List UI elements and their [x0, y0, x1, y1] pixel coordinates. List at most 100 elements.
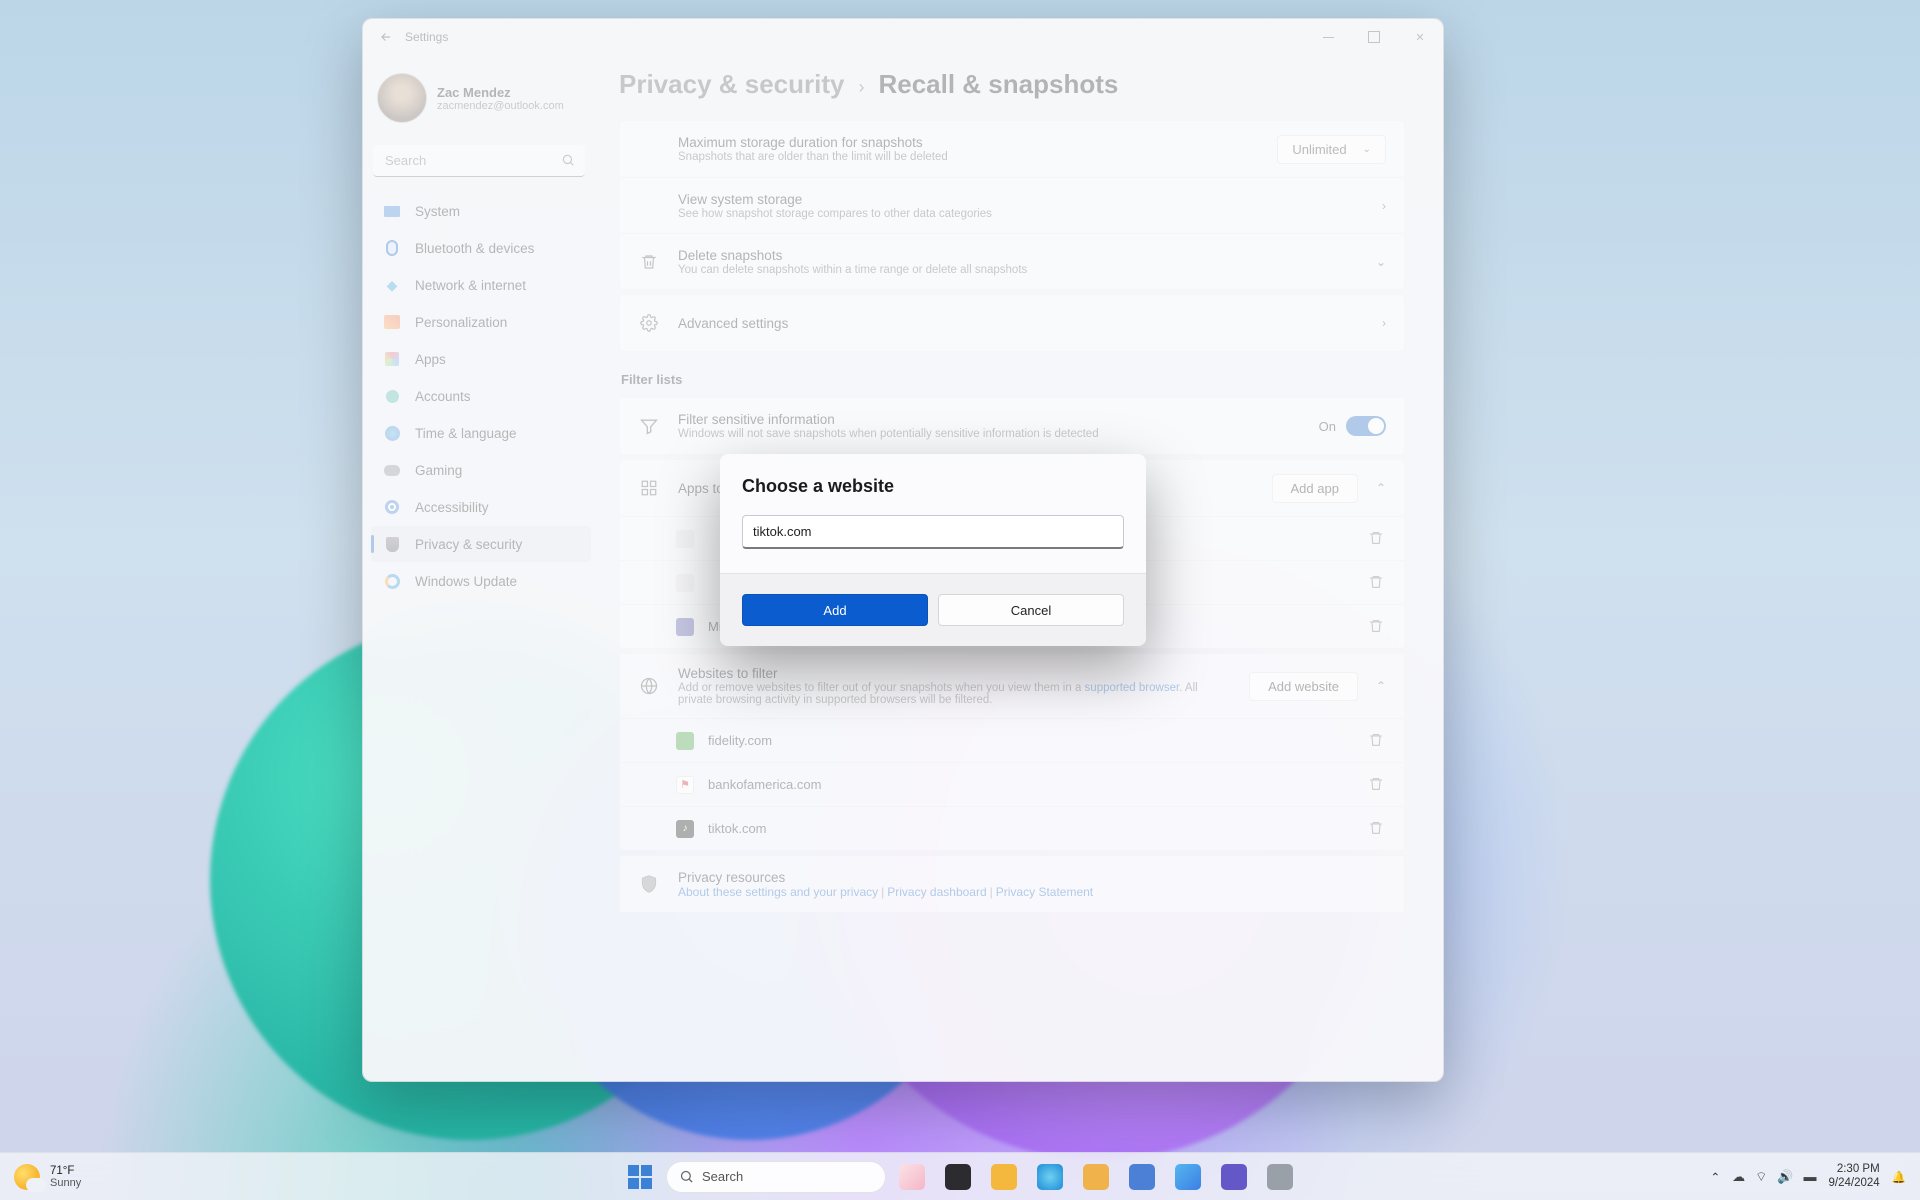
- taskbar: 71°F Sunny Search ⌃ ☁ ⌔ 🔊 ▬ 2:30 PM 9/24…: [0, 1152, 1920, 1200]
- nav: System Bluetooth & devices ◆Network & in…: [371, 193, 591, 599]
- taskbar-widgets[interactable]: [892, 1157, 932, 1197]
- window-maximize-button[interactable]: [1351, 19, 1397, 55]
- nav-time-language[interactable]: Time & language: [371, 415, 591, 451]
- privacy-links: About these settings and your privacy|Pr…: [678, 885, 1386, 899]
- tray-chevron-icon[interactable]: ⌃: [1710, 1170, 1720, 1184]
- nav-apps[interactable]: Apps: [371, 341, 591, 377]
- site-row-fidelity: fidelity.com: [620, 718, 1404, 762]
- delete-button[interactable]: [1368, 618, 1386, 636]
- nav-accounts[interactable]: Accounts: [371, 378, 591, 414]
- sites-desc: Add or remove websites to filter out of …: [678, 682, 1231, 706]
- accounts-icon: [386, 390, 399, 403]
- breadcrumb-chevron-icon: ›: [858, 77, 864, 98]
- row-advanced-settings[interactable]: Advanced settings ›: [620, 295, 1404, 351]
- search-input[interactable]: [373, 145, 585, 177]
- tiktok-icon: ♪: [676, 820, 694, 838]
- nav-personalization[interactable]: Personalization: [371, 304, 591, 340]
- app-title: Settings: [405, 30, 448, 44]
- taskbar-copilot[interactable]: [1168, 1157, 1208, 1197]
- battery-icon[interactable]: ▬: [1804, 1169, 1817, 1184]
- profile-email: zacmendez@outlook.com: [437, 100, 564, 112]
- taskbar-store[interactable]: [1076, 1157, 1116, 1197]
- accessibility-icon: [385, 500, 399, 514]
- taskbar-edge[interactable]: [1030, 1157, 1070, 1197]
- delete-button[interactable]: [1368, 732, 1386, 750]
- delete-button[interactable]: [1368, 776, 1386, 794]
- personalization-icon: [384, 315, 400, 329]
- chevron-down-icon: ⌄: [1376, 255, 1386, 269]
- dialog-title: Choose a website: [742, 476, 1124, 497]
- row-view-storage[interactable]: View system storage See how snapshot sto…: [620, 177, 1404, 233]
- taskbar-explorer[interactable]: [984, 1157, 1024, 1197]
- title-bar[interactable]: Settings ✕: [363, 19, 1443, 55]
- toggle-label: On: [1319, 419, 1336, 434]
- taskbar-mail[interactable]: [1122, 1157, 1162, 1197]
- window-minimize-button[interactable]: [1305, 19, 1351, 55]
- add-app-button[interactable]: Add app: [1272, 474, 1358, 503]
- start-button[interactable]: [620, 1157, 660, 1197]
- site-row-tiktok: ♪ tiktok.com: [620, 806, 1404, 850]
- fidelity-icon: [676, 732, 694, 750]
- chevron-down-icon: ⌄: [1363, 144, 1371, 155]
- breadcrumb-parent[interactable]: Privacy & security: [619, 69, 844, 100]
- taskbar-settings[interactable]: [1260, 1157, 1300, 1197]
- taskbar-weather[interactable]: 71°F Sunny: [0, 1164, 81, 1190]
- nav-network[interactable]: ◆Network & internet: [371, 267, 591, 303]
- chevron-right-icon: ›: [1382, 316, 1386, 330]
- chevron-right-icon: ›: [1382, 199, 1386, 213]
- gaming-icon: [384, 465, 400, 476]
- privacy-dashboard-link[interactable]: Privacy dashboard: [887, 885, 986, 899]
- add-website-button[interactable]: Add website: [1249, 672, 1358, 701]
- row-websites-to-filter[interactable]: Websites to filter Add or remove website…: [620, 654, 1404, 718]
- nav-system[interactable]: System: [371, 193, 591, 229]
- search-icon: [561, 153, 575, 167]
- globe-icon: [638, 675, 660, 697]
- add-button[interactable]: Add: [742, 594, 928, 626]
- max-storage-select[interactable]: Unlimited ⌄: [1277, 135, 1386, 164]
- delete-button[interactable]: [1368, 530, 1386, 548]
- back-button[interactable]: [373, 24, 399, 50]
- site-row-boa: ⚑ bankofamerica.com: [620, 762, 1404, 806]
- taskbar-teams[interactable]: [1214, 1157, 1254, 1197]
- row-delete-snapshots[interactable]: Delete snapshots You can delete snapshot…: [620, 233, 1404, 289]
- notifications-icon[interactable]: 🔔: [1892, 1170, 1906, 1184]
- windows-update-icon: [385, 574, 400, 589]
- nav-windows-update[interactable]: Windows Update: [371, 563, 591, 599]
- website-input[interactable]: [742, 515, 1124, 549]
- sidebar-search[interactable]: [373, 145, 585, 177]
- taskbar-taskview[interactable]: [938, 1157, 978, 1197]
- choose-website-dialog: Choose a website Add Cancel: [720, 454, 1146, 646]
- profile-block[interactable]: Zac Mendez zacmendez@outlook.com: [371, 63, 591, 131]
- nav-gaming[interactable]: Gaming: [371, 452, 591, 488]
- row-filter-sensitive: Filter sensitive information Windows wil…: [620, 398, 1404, 454]
- chevron-up-icon: ⌃: [1376, 481, 1386, 495]
- nav-privacy-security[interactable]: Privacy & security: [371, 526, 591, 562]
- nav-accessibility[interactable]: Accessibility: [371, 489, 591, 525]
- system-tray[interactable]: ☁ ⌔ 🔊 ▬: [1732, 1169, 1816, 1185]
- delete-button[interactable]: [1368, 820, 1386, 838]
- teams-icon: [676, 618, 694, 636]
- apps-grid-icon: [638, 477, 660, 499]
- wifi-icon[interactable]: ⌔: [1755, 1169, 1767, 1185]
- taskbar-search[interactable]: Search: [666, 1161, 886, 1193]
- shield-icon: [638, 873, 660, 895]
- search-icon: [679, 1169, 694, 1184]
- nav-bluetooth[interactable]: Bluetooth & devices: [371, 230, 591, 266]
- network-icon: ◆: [383, 276, 401, 294]
- delete-button[interactable]: [1368, 574, 1386, 592]
- time-icon: [385, 426, 400, 441]
- cancel-button[interactable]: Cancel: [938, 594, 1124, 626]
- sensitive-info-toggle[interactable]: [1346, 416, 1386, 436]
- profile-name: Zac Mendez: [437, 85, 564, 100]
- volume-icon[interactable]: 🔊: [1777, 1169, 1793, 1185]
- window-close-button[interactable]: ✕: [1397, 19, 1443, 55]
- about-settings-link[interactable]: About these settings and your privacy: [678, 885, 878, 899]
- onedrive-icon[interactable]: ☁: [1732, 1169, 1745, 1185]
- row-max-storage[interactable]: Maximum storage duration for snapshots S…: [620, 121, 1404, 177]
- privacy-statement-link[interactable]: Privacy Statement: [996, 885, 1093, 899]
- bluetooth-icon: [386, 240, 398, 256]
- row-privacy-resources: Privacy resources About these settings a…: [620, 856, 1404, 912]
- supported-browser-link[interactable]: supported browser: [1085, 682, 1180, 694]
- taskbar-clock[interactable]: 2:30 PM 9/24/2024: [1829, 1163, 1880, 1191]
- sidebar: Zac Mendez zacmendez@outlook.com System …: [363, 55, 595, 1081]
